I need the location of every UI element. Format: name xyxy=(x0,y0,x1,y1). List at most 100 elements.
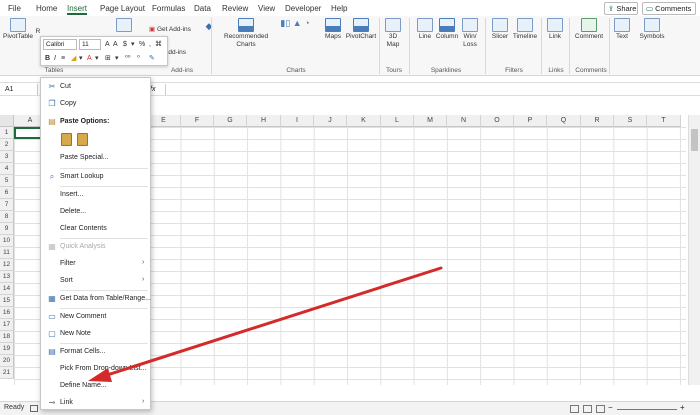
tab-insert[interactable]: Insert xyxy=(67,2,88,15)
tab-view[interactable]: View xyxy=(258,2,275,15)
get-addins-button[interactable]: ▣ Get Add-ins xyxy=(149,26,197,34)
row-header[interactable]: 7 xyxy=(0,199,14,211)
dropdown-arrow-icon[interactable]: ▾ xyxy=(79,54,83,64)
align-center-icon[interactable]: ≡ xyxy=(61,54,65,64)
dropdown-arrow-icon[interactable]: ▾ xyxy=(115,54,119,64)
row-header[interactable]: 3 xyxy=(0,151,14,163)
column-header[interactable]: N xyxy=(447,115,481,127)
row-header[interactable]: 16 xyxy=(0,307,14,319)
borders-icon[interactable]: ⊞ xyxy=(105,54,111,64)
decrease-font-icon[interactable]: A xyxy=(113,40,118,50)
timeline-button[interactable]: Timeline xyxy=(511,18,539,41)
pivotchart-button[interactable]: PivotChart xyxy=(345,18,377,41)
text-button[interactable]: Text xyxy=(613,18,631,41)
scrollbar-thumb[interactable] xyxy=(691,129,698,151)
paste-icon[interactable] xyxy=(61,133,72,146)
my-addins-button[interactable]: Add-ins xyxy=(164,49,202,57)
tab-help[interactable]: Help xyxy=(331,2,347,15)
column-header[interactable]: T xyxy=(647,115,681,127)
chart-types-button[interactable]: ▮▯ ▲ ◔ xyxy=(270,19,320,29)
tab-developer[interactable]: Developer xyxy=(285,2,321,15)
menu-item-pick-dropdown[interactable]: Pick From Drop-down List... xyxy=(41,361,150,377)
menu-item-smart-lookup[interactable]: ⌕ Smart Lookup xyxy=(41,169,150,185)
column-header[interactable]: G xyxy=(214,115,247,127)
row-header[interactable]: 15 xyxy=(0,295,14,307)
link-button[interactable]: Link xyxy=(546,18,564,41)
row-header[interactable]: 2 xyxy=(0,139,14,151)
zoom-out-icon[interactable]: − xyxy=(608,403,613,412)
column-header[interactable]: F xyxy=(181,115,214,127)
column-header[interactable]: R xyxy=(581,115,614,127)
row-header[interactable]: 12 xyxy=(0,259,14,271)
select-all-corner[interactable] xyxy=(0,115,14,127)
font-name-box[interactable]: Calibri xyxy=(43,39,77,50)
row-header[interactable]: 4 xyxy=(0,163,14,175)
dropdown-arrow-icon[interactable]: ▾ xyxy=(131,40,135,50)
column-header[interactable]: M xyxy=(414,115,447,127)
comment-button[interactable]: Comment xyxy=(573,18,605,41)
currency-icon[interactable]: $ xyxy=(123,40,127,50)
maps-button[interactable]: Maps xyxy=(322,18,344,41)
zoom-in-icon[interactable]: + xyxy=(680,403,685,412)
fill-color-icon[interactable]: ◢ xyxy=(71,54,76,64)
menu-item-paste-special[interactable]: Paste Special... xyxy=(41,150,150,166)
font-size-box[interactable]: 11 xyxy=(79,39,101,50)
pivottable-button[interactable]: PivotTable xyxy=(3,18,33,41)
normal-view-icon[interactable] xyxy=(570,405,579,413)
menu-item-format-cells[interactable]: ▤ Format Cells... xyxy=(41,344,150,360)
percent-icon[interactable]: % xyxy=(139,40,145,50)
column-header[interactable]: O xyxy=(481,115,514,127)
sparkline-column-button[interactable]: Column xyxy=(435,18,459,41)
column-header[interactable]: Q xyxy=(547,115,581,127)
decimal-decrease-icon[interactable]: ⁰ xyxy=(137,54,140,64)
row-header[interactable]: 13 xyxy=(0,271,14,283)
row-header[interactable]: 6 xyxy=(0,187,14,199)
tab-file[interactable]: File xyxy=(8,2,21,15)
tab-page-layout[interactable]: Page Layout xyxy=(100,2,145,15)
row-header[interactable]: 5 xyxy=(0,175,14,187)
column-header[interactable]: K xyxy=(347,115,381,127)
menu-item-sort[interactable]: Sort › xyxy=(41,273,150,289)
italic-icon[interactable]: I xyxy=(54,54,56,64)
comments-button[interactable]: ▭ Comments xyxy=(642,2,696,15)
column-header[interactable]: I xyxy=(281,115,314,127)
tab-data[interactable]: Data xyxy=(194,2,211,15)
row-header[interactable]: 17 xyxy=(0,319,14,331)
column-header[interactable]: L xyxy=(381,115,414,127)
menu-item-clear-contents[interactable]: Clear Contents xyxy=(41,221,150,237)
zoom-slider[interactable] xyxy=(617,409,677,410)
decimal-increase-icon[interactable]: ⁰⁰ xyxy=(125,54,131,64)
menu-item-cut[interactable]: ✂ Cut xyxy=(41,79,150,95)
tab-formulas[interactable]: Formulas xyxy=(152,2,185,15)
column-header[interactable]: P xyxy=(514,115,547,127)
column-header[interactable]: H xyxy=(247,115,281,127)
dropdown-arrow-icon[interactable]: ▾ xyxy=(95,54,99,64)
comma-style-icon[interactable]: , xyxy=(149,40,151,50)
row-header[interactable]: 14 xyxy=(0,283,14,295)
sparkline-line-button[interactable]: Line xyxy=(416,18,434,41)
page-layout-view-icon[interactable] xyxy=(583,405,592,413)
column-header[interactable]: J xyxy=(314,115,347,127)
tab-review[interactable]: Review xyxy=(222,2,248,15)
row-header[interactable]: 11 xyxy=(0,247,14,259)
name-box[interactable]: A1 xyxy=(2,84,38,95)
menu-item-copy[interactable]: ❐ Copy xyxy=(41,96,150,112)
row-header[interactable]: 1 xyxy=(0,127,14,139)
page-break-view-icon[interactable] xyxy=(596,405,605,413)
menu-item-link[interactable]: ⊸ Link › xyxy=(41,395,150,411)
vertical-scrollbar[interactable] xyxy=(688,115,700,385)
font-color-icon[interactable]: A xyxy=(87,54,92,64)
row-header[interactable]: 8 xyxy=(0,211,14,223)
menu-item-insert[interactable]: Insert... xyxy=(41,187,150,203)
sparkline-winloss-button[interactable]: Win/ Loss xyxy=(461,18,479,49)
formula-input[interactable] xyxy=(165,84,685,95)
row-header[interactable]: 10 xyxy=(0,235,14,247)
column-header[interactable]: S xyxy=(614,115,647,127)
3d-map-button[interactable]: 3D Map xyxy=(384,18,402,49)
recommended-charts-button[interactable]: Recommended Charts xyxy=(224,18,268,49)
row-header[interactable]: 18 xyxy=(0,331,14,343)
macro-record-icon[interactable] xyxy=(30,405,38,412)
menu-item-new-comment[interactable]: ▭ New Comment xyxy=(41,309,150,325)
tab-home[interactable]: Home xyxy=(36,2,57,15)
format-painter-icon[interactable]: ⌘ xyxy=(155,40,162,50)
